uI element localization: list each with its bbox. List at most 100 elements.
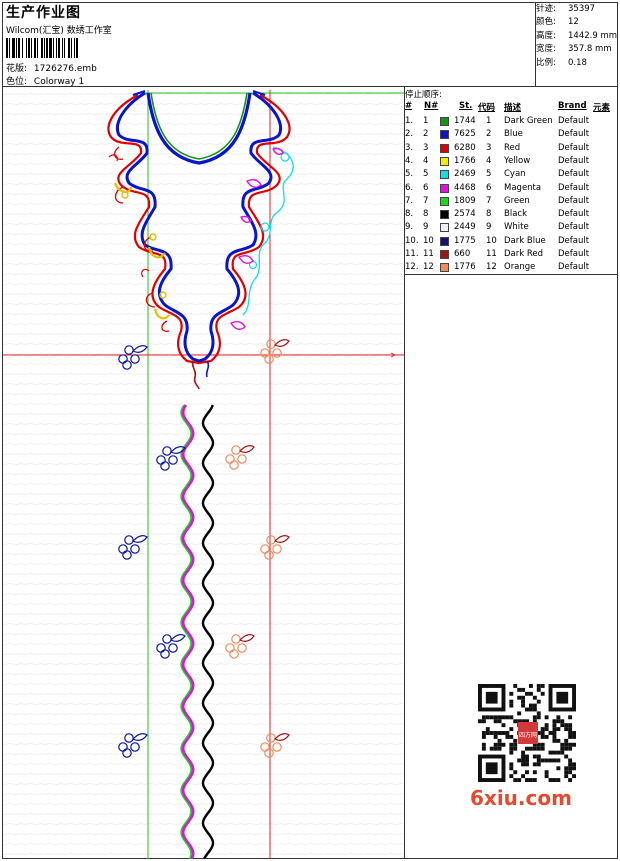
row-index: 1. bbox=[405, 116, 414, 126]
color-swatch bbox=[440, 130, 449, 140]
row-number: 2 bbox=[423, 129, 429, 140]
row-code: 12 bbox=[486, 262, 497, 273]
barcode bbox=[6, 38, 78, 58]
row-number: 7 bbox=[423, 195, 429, 206]
design-preview bbox=[3, 87, 404, 859]
row-brand: Default bbox=[558, 222, 590, 233]
col-header-code: 代码 bbox=[478, 103, 496, 113]
row-stitches: 7625 bbox=[454, 129, 476, 140]
row-index: 9. bbox=[405, 222, 414, 233]
row-code: 10 bbox=[486, 235, 497, 246]
row-description: White bbox=[504, 222, 529, 233]
row-description: Yellow bbox=[504, 155, 531, 166]
color-swatch bbox=[440, 143, 449, 153]
row-stitches: 1776 bbox=[454, 262, 476, 273]
row-brand: Default bbox=[558, 249, 590, 259]
row-brand: Default bbox=[558, 195, 590, 206]
row-code: 9 bbox=[486, 222, 492, 233]
row-brand: Default bbox=[558, 209, 590, 220]
row-stitches: 2469 bbox=[454, 169, 476, 180]
row-index: 7. bbox=[405, 195, 414, 206]
row-description: Dark Blue bbox=[504, 235, 546, 246]
col-header-no: N# bbox=[424, 101, 439, 111]
row-number: 1 bbox=[423, 116, 429, 126]
colorway-label: 色位: bbox=[6, 77, 28, 87]
row-code: 3 bbox=[486, 142, 492, 153]
row-code: 7 bbox=[486, 195, 492, 206]
row-brand: Default bbox=[558, 235, 590, 246]
color-swatch bbox=[440, 223, 449, 233]
row-brand: Default bbox=[558, 129, 590, 140]
row-brand: Default bbox=[558, 169, 590, 180]
col-header-elem: 元素 bbox=[593, 103, 611, 113]
row-brand: Default bbox=[558, 142, 590, 153]
stat-height: 高度: 1442.9 mm bbox=[536, 30, 618, 41]
row-description: Blue bbox=[504, 129, 523, 140]
col-header-brand: Brand bbox=[558, 101, 587, 111]
row-description: Cyan bbox=[504, 169, 526, 180]
color-swatch bbox=[440, 210, 449, 220]
col-header-st: St. bbox=[459, 101, 473, 111]
colorway-value: Colorway 1 bbox=[33, 77, 85, 87]
stat-colors: 颜色: 12 bbox=[536, 17, 579, 28]
stat-scale: 比例: 0.18 bbox=[536, 57, 587, 68]
table-bottom-line bbox=[404, 274, 618, 275]
design-info: 花版: 1726276.emb bbox=[6, 61, 97, 74]
row-number: 5 bbox=[423, 169, 429, 180]
row-number: 6 bbox=[423, 182, 429, 193]
color-swatch bbox=[440, 183, 449, 193]
row-stitches: 2574 bbox=[454, 209, 476, 220]
row-code: 1 bbox=[486, 116, 492, 126]
stop-sequence-title: 停止顺序: bbox=[405, 90, 442, 100]
page-title: 生产作业图 bbox=[6, 5, 81, 21]
col-header-desc: 描述 bbox=[504, 103, 522, 113]
page-subtitle: Wilcom(汇宝) 数绣工作室 bbox=[6, 26, 112, 36]
row-description: Dark Red bbox=[504, 249, 544, 259]
color-swatch bbox=[440, 156, 449, 166]
stat-width: 宽度: 357.8 mm bbox=[536, 44, 612, 55]
row-index: 8. bbox=[405, 209, 414, 220]
row-code: 11 bbox=[486, 249, 497, 259]
color-swatch bbox=[440, 196, 449, 206]
row-code: 6 bbox=[486, 182, 492, 193]
row-description: Magenta bbox=[504, 182, 542, 193]
row-code: 8 bbox=[486, 209, 492, 220]
row-index: 4. bbox=[405, 155, 414, 166]
row-description: Black bbox=[504, 209, 527, 220]
row-index: 11. bbox=[405, 249, 419, 259]
row-description: Dark Green bbox=[504, 116, 553, 126]
row-stitches: 660 bbox=[454, 249, 471, 259]
row-brand: Default bbox=[558, 155, 590, 166]
row-stitches: 1775 bbox=[454, 235, 476, 246]
row-number: 12 bbox=[423, 262, 434, 273]
qr-code: 四方网 bbox=[478, 684, 576, 782]
row-brand: Default bbox=[558, 116, 590, 126]
row-code: 5 bbox=[486, 169, 492, 180]
row-code: 4 bbox=[486, 155, 492, 166]
row-description: Green bbox=[504, 195, 530, 206]
row-code: 2 bbox=[486, 129, 492, 140]
color-swatch bbox=[440, 250, 449, 259]
row-number: 3 bbox=[423, 142, 429, 153]
row-index: 5. bbox=[405, 169, 414, 180]
row-stitches: 1809 bbox=[454, 195, 476, 206]
row-number: 11 bbox=[423, 249, 434, 259]
design-value: 1726276.emb bbox=[33, 64, 97, 74]
row-stitches: 4468 bbox=[454, 182, 476, 193]
row-index: 12. bbox=[405, 262, 419, 273]
stats-panel: 针迹: 35397 颜色: 12 高度: 1442.9 mm 宽度: 357.8 mm … bbox=[536, 3, 618, 70]
row-index: 3. bbox=[405, 142, 414, 153]
row-stitches: 1744 bbox=[454, 116, 476, 126]
row-number: 10 bbox=[423, 235, 434, 246]
col-header-idx: # bbox=[405, 101, 413, 111]
row-index: 10. bbox=[405, 235, 419, 246]
row-index: 6. bbox=[405, 182, 414, 193]
row-description: Orange bbox=[504, 262, 536, 273]
row-stitches: 2449 bbox=[454, 222, 476, 233]
row-index: 2. bbox=[405, 129, 414, 140]
production-sheet: 生产作业图 Wilcom(汇宝) 数绣工作室 花版: 1726276.emb 色… bbox=[0, 0, 620, 861]
color-swatch bbox=[440, 263, 449, 273]
row-number: 8 bbox=[423, 209, 429, 220]
row-number: 4 bbox=[423, 155, 429, 166]
color-swatch bbox=[440, 170, 449, 180]
